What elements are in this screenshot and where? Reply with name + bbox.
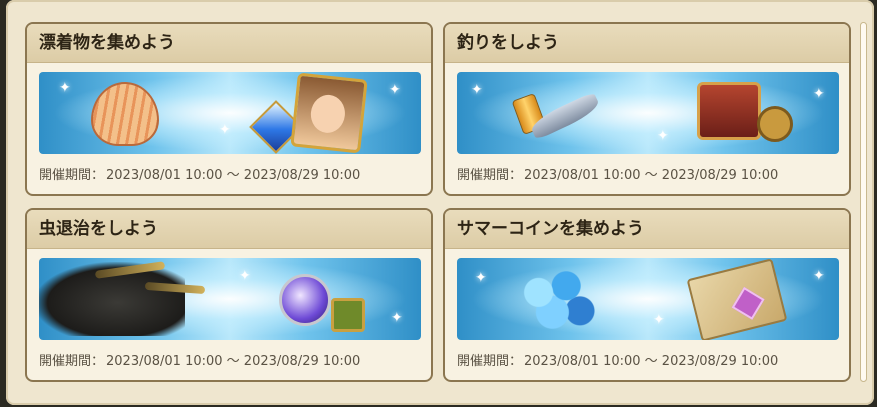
event-banner: ✦ ✦: [39, 258, 421, 340]
event-title: サマーコインを集めよう: [445, 210, 849, 249]
scrollbar-thumb[interactable]: [860, 22, 867, 382]
period-value: 2023/08/01 10:00 〜 2023/08/29 10:00: [524, 168, 779, 183]
sparkle-icon: ✦: [471, 82, 483, 98]
event-card-summer-coins[interactable]: サマーコインを集めよう ✦ ✦ ✦ 開催期間： 2023/08/01 10:00 …: [443, 208, 851, 382]
event-banner: ✦ ✦ ✦: [457, 72, 839, 154]
shell-icon: [91, 82, 159, 146]
event-card-fishing[interactable]: 釣りをしよう ✦ ✦ ✦ 開催期間： 2023/08/01 10:00 〜 202…: [443, 22, 851, 196]
sparkle-icon: ✦: [653, 312, 665, 328]
scrollbar[interactable]: [860, 22, 867, 382]
ancient-scroll-icon: [686, 258, 788, 340]
sparkle-icon: ✦: [657, 128, 669, 144]
sparkle-icon: ✦: [239, 268, 251, 284]
period-value: 2023/08/01 10:00 〜 2023/08/29 10:00: [106, 354, 361, 369]
sparkle-icon: ✦: [475, 270, 487, 286]
period-label: 開催期間：: [457, 168, 523, 183]
event-card-bug-hunt[interactable]: 虫退治をしよう ✦ ✦ 開催期間： 2023/08/01 10:00 〜 2023…: [25, 208, 433, 382]
event-title: 虫退治をしよう: [27, 210, 431, 249]
event-card-driftwood[interactable]: 漂着物を集めよう ✦ ✦ ✦ 開催期間： 2023/08/01 10:00 〜 2…: [25, 22, 433, 196]
crystal-orb-icon: [279, 274, 331, 326]
period-label: 開催期間：: [39, 168, 105, 183]
event-list-panel: 漂着物を集めよう ✦ ✦ ✦ 開催期間： 2023/08/01 10:00 〜 2…: [6, 0, 874, 405]
event-banner: ✦ ✦ ✦: [457, 258, 839, 340]
event-period: 開催期間： 2023/08/01 10:00 〜 2023/08/29 10:00: [457, 350, 780, 369]
period-value: 2023/08/01 10:00 〜 2023/08/29 10:00: [524, 354, 779, 369]
sparkle-icon: ✦: [813, 86, 825, 102]
sparkle-icon: ✦: [389, 82, 401, 98]
event-period: 開催期間： 2023/08/01 10:00 〜 2023/08/29 10:00: [39, 350, 362, 369]
beetle-image: [39, 261, 206, 336]
period-label: 開催期間：: [39, 354, 105, 369]
event-banner: ✦ ✦ ✦: [39, 72, 421, 154]
sparkle-icon: ✦: [391, 310, 403, 326]
hex-nut-icon: [757, 106, 793, 142]
event-period: 開催期間： 2023/08/01 10:00 〜 2023/08/29 10:00: [457, 164, 780, 183]
sparkle-icon: ✦: [813, 268, 825, 284]
event-period: 開催期間： 2023/08/01 10:00 〜 2023/08/29 10:00: [39, 164, 362, 183]
sparkle-icon: ✦: [59, 80, 71, 96]
treasure-chest-icon: [697, 82, 761, 140]
period-label: 開催期間：: [457, 354, 523, 369]
character-portrait: [290, 72, 368, 154]
event-title: 漂着物を集めよう: [27, 24, 431, 63]
period-value: 2023/08/01 10:00 〜 2023/08/29 10:00: [106, 168, 361, 183]
summer-coins-icon: [511, 266, 603, 332]
sparkle-icon: ✦: [219, 122, 231, 138]
event-title: 釣りをしよう: [445, 24, 849, 63]
emerald-tag-icon: [331, 298, 365, 332]
